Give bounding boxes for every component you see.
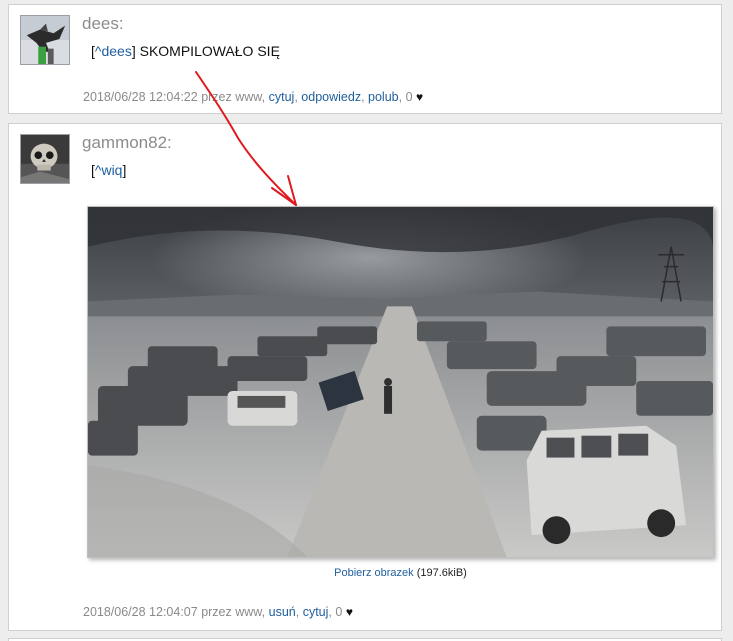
like-count: 0: [335, 605, 343, 619]
heart-icon: ♥: [345, 605, 353, 619]
author-name: www: [235, 605, 262, 619]
author-name: www: [235, 90, 262, 104]
avatar[interactable]: [20, 15, 70, 65]
reply-reference-link[interactable]: ^wiq: [95, 162, 123, 178]
comment-date: 2018/06/28 12:04:07: [83, 605, 198, 619]
quote-link[interactable]: cytuj: [269, 90, 295, 104]
quote-link[interactable]: cytuj: [303, 605, 329, 619]
bracket-close: ]: [122, 162, 127, 178]
comment-content: [^dees] SKOMPILOWAŁO SIĘ: [91, 42, 280, 60]
comment-date: 2018/06/28 12:04:22: [83, 90, 198, 104]
by-label: przez: [201, 90, 232, 104]
reply-reference-link[interactable]: ^dees: [95, 43, 132, 59]
image-size: (197.6kiB): [416, 567, 467, 579]
avatar[interactable]: [20, 134, 70, 184]
reply-link[interactable]: odpowiedz: [301, 90, 361, 104]
embedded-image[interactable]: [87, 206, 714, 558]
heart-icon: ♥: [416, 90, 424, 104]
comment-content: [^wiq]: [91, 161, 126, 179]
like-count: 0: [405, 90, 413, 104]
comment-text: SKOMPILOWAŁO SIĘ: [135, 43, 280, 59]
comment-thread: dees: [^dees] SKOMPILOWAŁO SIĘ 2018/06/2…: [0, 0, 733, 641]
avatar-image: [21, 135, 69, 183]
like-link[interactable]: polub: [368, 90, 399, 104]
comment-meta: 2018/06/28 12:04:07 przez www, usuń, cyt…: [83, 605, 353, 619]
username[interactable]: gammon82:: [82, 133, 172, 153]
download-image-link[interactable]: Pobierz obrazek: [334, 567, 414, 579]
by-label: przez: [201, 605, 232, 619]
comment-meta: 2018/06/28 12:04:22 przez www, cytuj, od…: [83, 90, 424, 104]
avatar-image: [21, 16, 69, 64]
username[interactable]: dees:: [82, 14, 124, 34]
comment-post: dees: [^dees] SKOMPILOWAŁO SIĘ 2018/06/2…: [8, 4, 722, 114]
apocalyptic-road-image: [88, 207, 713, 557]
delete-link[interactable]: usuń: [269, 605, 296, 619]
image-caption: Pobierz obrazek (197.6kiB): [87, 566, 714, 580]
comment-post: gammon82: [^wiq] Pobierz obrazek (197.6k…: [8, 123, 722, 631]
